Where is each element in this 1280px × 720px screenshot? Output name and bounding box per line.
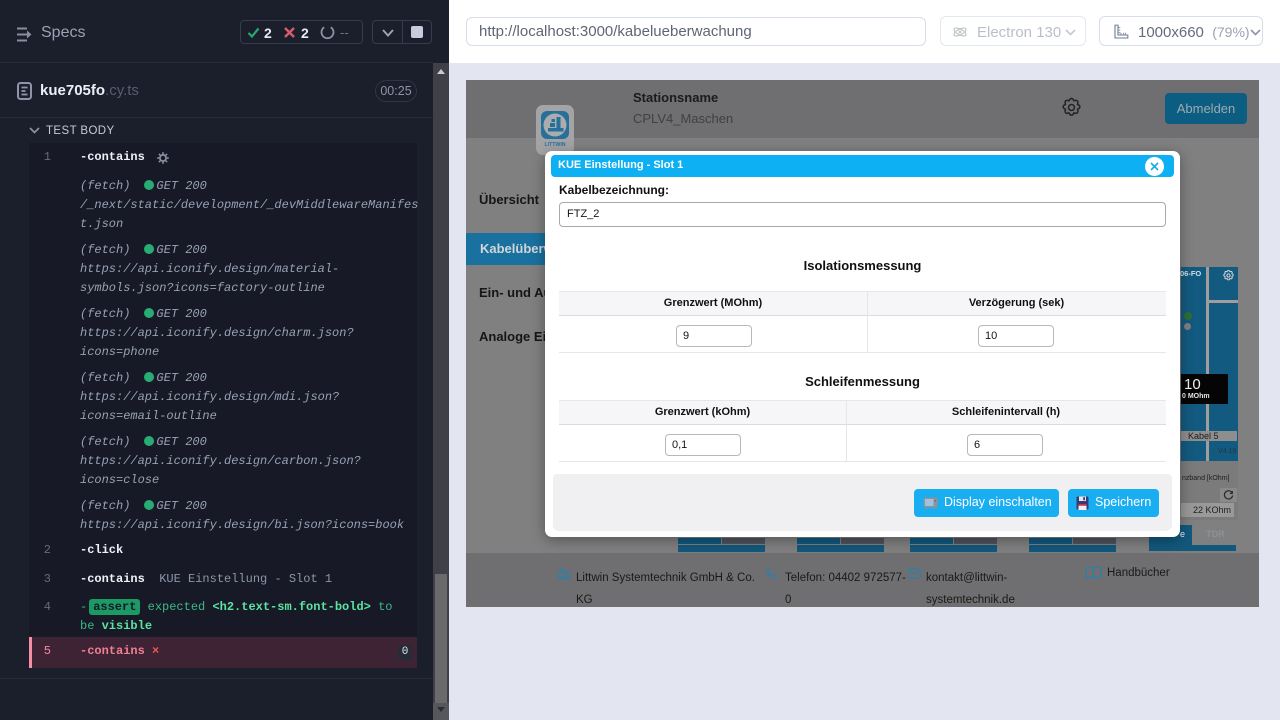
svg-text:LITTWIN: LITTWIN (544, 142, 565, 148)
